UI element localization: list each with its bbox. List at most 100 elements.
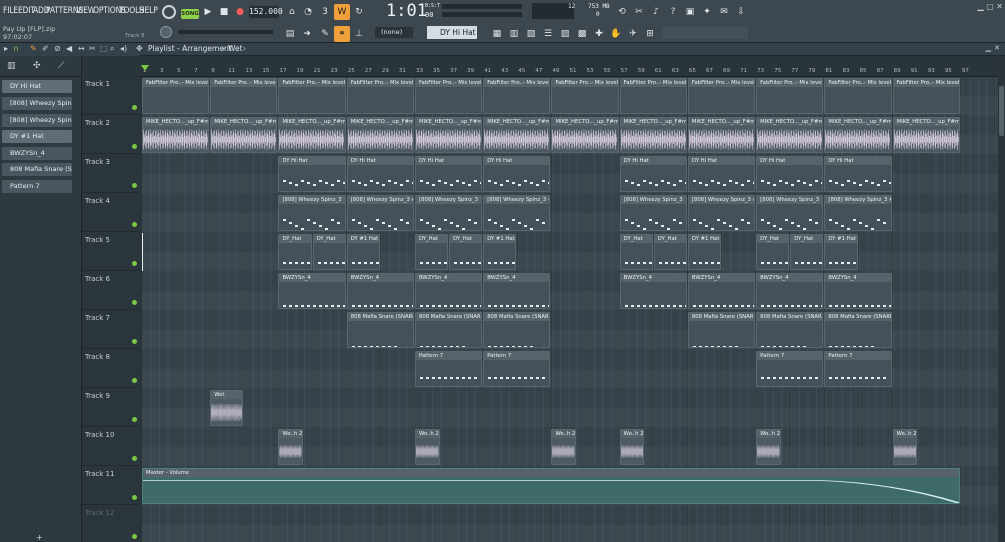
- clip[interactable]: MIKE_HECTO..._up_F#min: [756, 117, 824, 153]
- metronome-icon[interactable]: ⌂: [284, 4, 300, 20]
- brush-icon[interactable]: ✎: [317, 26, 333, 42]
- close-icon[interactable]: ✕: [996, 2, 1003, 11]
- clip[interactable]: DY_Hat: [414, 234, 449, 270]
- track-header[interactable]: Track 12: [82, 506, 140, 542]
- track-header[interactable]: Track 11: [82, 467, 140, 505]
- clip[interactable]: DY_Hat: [790, 234, 824, 270]
- clip[interactable]: DY #1 Hat: [346, 234, 380, 270]
- track-header[interactable]: Track 9: [82, 389, 140, 427]
- clip[interactable]: MIKE_HECTO..._up_F#min: [551, 117, 619, 153]
- tempo-display[interactable]: 152.000: [249, 6, 283, 18]
- picker-audio-icon[interactable]: ✣: [33, 61, 41, 71]
- loop-record-icon[interactable]: ↻: [351, 4, 367, 20]
- clip[interactable]: FabFilter Pro..- Mix level: [687, 78, 756, 114]
- track-active-dot[interactable]: [132, 183, 137, 188]
- playlist-grid[interactable]: FabFilter Pro..- Mix level FabFilter Pro.…: [142, 77, 1000, 542]
- playlist-icon[interactable]: ▦: [489, 26, 505, 42]
- play-icon[interactable]: ▶: [200, 4, 216, 20]
- clip[interactable]: DY_Hat: [653, 234, 687, 270]
- clip[interactable]: DY Hi Hat: [346, 156, 414, 192]
- plugin-picker-icon[interactable]: ✚: [591, 26, 607, 42]
- store-icon[interactable]: ⊞: [642, 26, 658, 42]
- pattern-item[interactable]: 808 Mafia Snare (SNARE): [2, 163, 72, 176]
- track-header[interactable]: Track 10: [82, 428, 140, 466]
- track-active-dot[interactable]: [132, 300, 137, 305]
- clip[interactable]: BWZYSn_4: [756, 273, 824, 309]
- track-header[interactable]: Track 4: [82, 194, 140, 232]
- add-pattern-icon[interactable]: +: [36, 533, 43, 542]
- clip[interactable]: DY Hi Hat: [824, 156, 892, 192]
- clip[interactable]: BWZYSn_4: [278, 273, 346, 309]
- track-active-dot[interactable]: [132, 261, 137, 266]
- pattern-item[interactable]: [808] Wheezy Spinz_3: [2, 97, 72, 110]
- pattern-song-toggle-icon[interactable]: [162, 5, 176, 19]
- clip[interactable]: [808] Wheezy Spinz_3 #2: [483, 195, 551, 231]
- link-icon[interactable]: ⚭: [334, 26, 350, 42]
- clip[interactable]: [808] Wheezy Spinz_3: [278, 195, 346, 231]
- clip[interactable]: FabFilter Pro..- Mix level: [483, 78, 551, 114]
- clip[interactable]: [808] Wheezy Spinz_3 #2: [346, 195, 414, 231]
- clip[interactable]: Pattern 7: [756, 351, 824, 387]
- stop-icon[interactable]: ■: [216, 4, 232, 20]
- news-ticker[interactable]: [662, 26, 748, 39]
- menu-help[interactable]: HELP: [139, 6, 158, 16]
- pattern-item[interactable]: BWZYSn_4: [2, 147, 72, 160]
- track-active-dot[interactable]: [132, 495, 137, 500]
- clip[interactable]: MIKE_HECTO..._up_F#min: [892, 117, 960, 153]
- mixer-icon[interactable]: ☰: [540, 26, 556, 42]
- clip[interactable]: 808 Mafia Snare (SNARE): [346, 312, 414, 348]
- clip[interactable]: MIKE_HECTO..._up_F#min: [687, 117, 756, 153]
- playhead-marker[interactable]: [141, 65, 149, 71]
- clip[interactable]: FabFilter Pro..- Mix level: [278, 78, 346, 114]
- microphone-icon[interactable]: ♪: [648, 4, 664, 20]
- clip[interactable]: BWZYSn_4: [619, 273, 687, 309]
- clip[interactable]: Pattern 7: [414, 351, 483, 387]
- zoom-icon[interactable]: ⌕: [110, 44, 114, 54]
- collapse-arrow-icon[interactable]: ▸: [4, 44, 8, 53]
- piano-icon[interactable]: ▤: [282, 26, 298, 42]
- pattern-item[interactable]: [808] Wheezy Spinz_3 #2: [2, 114, 72, 127]
- clip[interactable]: 808 Mafia Snare (SNARE): [756, 312, 824, 348]
- clip[interactable]: MIKE_HECTO..._up_F#min: [142, 117, 210, 153]
- clip[interactable]: BWZYSn_4: [414, 273, 483, 309]
- clip[interactable]: [808] Wheezy Spinz_3 #2: [687, 195, 756, 231]
- track-active-dot[interactable]: [132, 339, 137, 344]
- clip[interactable]: MIKE_HECTO..._up_F#min: [824, 117, 892, 153]
- clip[interactable]: Wo..h 2: [278, 429, 304, 465]
- clip[interactable]: [808] Wheezy Spinz_3: [756, 195, 824, 231]
- clip[interactable]: BWZYSn_4: [483, 273, 551, 309]
- clip[interactable]: [808] Wheezy Spinz_3: [619, 195, 687, 231]
- clip[interactable]: FabFilter Pro..- Mix level: [619, 78, 687, 114]
- track-header[interactable]: Track 1: [82, 77, 140, 115]
- song-mode-button[interactable]: SONG: [181, 9, 199, 19]
- browser-icon[interactable]: ▨: [557, 26, 573, 42]
- clip[interactable]: Wo..h 2: [619, 429, 645, 465]
- clip[interactable]: FabFilter Pro..- Mix level: [551, 78, 619, 114]
- clip[interactable]: DY #1 Hat: [824, 234, 858, 270]
- clip[interactable]: FabFilter Pro..- Mix level: [414, 78, 483, 114]
- clip[interactable]: FabFilter Pro..- Mix level: [210, 78, 278, 114]
- download-icon[interactable]: ⇩: [733, 4, 749, 20]
- clip[interactable]: FabFilter Pro..- Mix level: [756, 78, 824, 114]
- clip[interactable]: DY_Hat: [756, 234, 790, 270]
- track-header[interactable]: Track 5: [82, 233, 140, 271]
- track-active-dot[interactable]: [132, 105, 137, 110]
- track-active-dot[interactable]: [132, 534, 137, 539]
- clip[interactable]: Wet: [210, 390, 244, 426]
- pencil-icon[interactable]: ✎: [30, 44, 37, 53]
- arrow-right-icon[interactable]: ➜: [299, 26, 315, 42]
- plugin-db-icon[interactable]: ▩: [574, 26, 590, 42]
- clip[interactable]: 808 Mafia Snare (SNARE): [687, 312, 756, 348]
- clip[interactable]: MIKE_HECTO..._up_F#min: [483, 117, 551, 153]
- chat-icon[interactable]: ✉: [716, 4, 732, 20]
- clip[interactable]: BWZYSn_4: [346, 273, 414, 309]
- clip[interactable]: Wo..h 2: [551, 429, 577, 465]
- undo-icon[interactable]: ⟲: [614, 4, 630, 20]
- clip[interactable]: MIKE_HECTO..._up_F#min: [210, 117, 278, 153]
- clip[interactable]: FabFilter Pro..- Mix level: [142, 78, 210, 114]
- help-icon[interactable]: ?: [665, 4, 681, 20]
- track-active-dot[interactable]: [132, 222, 137, 227]
- track-header[interactable]: Track 7: [82, 311, 140, 349]
- track-header[interactable]: Track 6: [82, 272, 140, 310]
- slip-icon[interactable]: ↔: [78, 44, 85, 53]
